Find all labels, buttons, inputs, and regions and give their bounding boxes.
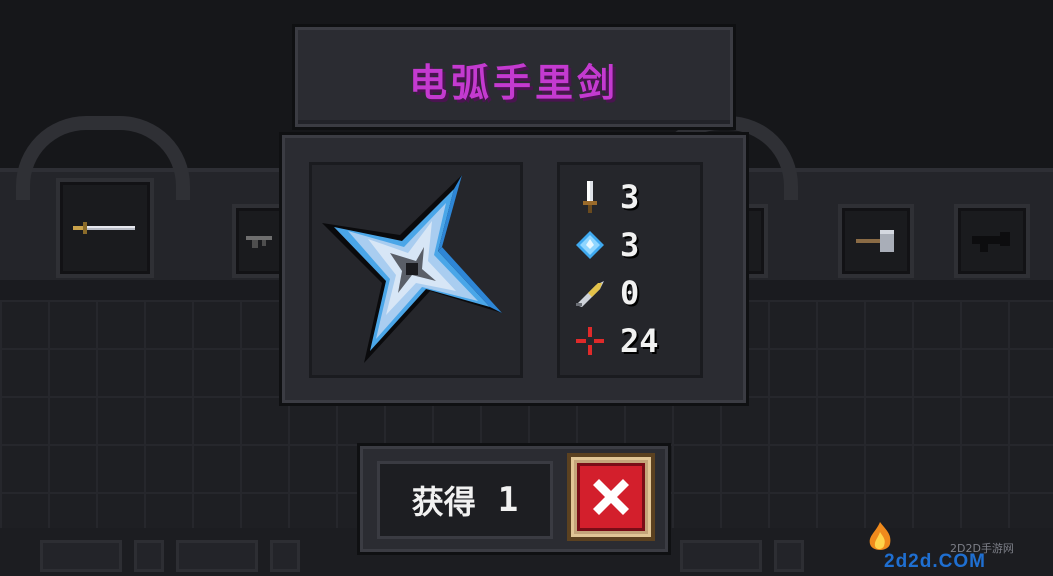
item-preview: [309, 162, 523, 378]
rail-block: [40, 540, 122, 572]
stat-energy-value: 3: [620, 226, 640, 264]
sword-weapon-icon: [73, 222, 135, 234]
obtain-panel: 获得 1: [360, 446, 668, 552]
item-name: 电弧手里剑: [408, 61, 619, 105]
flame-logo-icon: [869, 522, 891, 550]
weapon-slot[interactable]: [56, 178, 154, 278]
hammer-weapon-icon: [856, 230, 894, 252]
stat-damage: 3: [574, 177, 639, 217]
rail-block: [270, 540, 300, 572]
stat-energy: 3: [574, 225, 639, 265]
item-stats: 3 3 0 24: [557, 162, 703, 378]
item-title-panel: 电弧手里剑: [295, 27, 733, 127]
gun-weapon-icon: [972, 232, 1010, 252]
feather-icon: [574, 277, 606, 309]
rail-block: [774, 540, 804, 572]
watermark-domain: 2d2d.COM: [884, 551, 986, 572]
rail-block: [176, 540, 258, 572]
close-icon: [577, 463, 645, 531]
gun-weapon-icon: [246, 236, 272, 248]
rail-block: [134, 540, 164, 572]
stat-accuracy-value: 0: [620, 274, 640, 312]
item-info-panel: 3 3 0 24: [282, 135, 746, 403]
weapon-slot[interactable]: [954, 204, 1030, 278]
stat-accuracy: 0: [574, 273, 639, 313]
stat-crit-value: 24: [620, 322, 659, 360]
stat-crit: 24: [574, 321, 659, 361]
rail-block: [680, 540, 762, 572]
crosshair-icon: [574, 325, 606, 357]
close-button[interactable]: [567, 453, 655, 541]
obtain-button[interactable]: 获得 1: [377, 461, 553, 539]
weapon-slot[interactable]: [838, 204, 914, 278]
crystal-icon: [574, 229, 606, 261]
obtain-label: 获得: [411, 483, 476, 521]
stat-damage-value: 3: [620, 178, 640, 216]
sword-icon: [574, 181, 606, 213]
obtain-count: 1: [497, 480, 519, 520]
shuriken-icon: [322, 175, 502, 363]
